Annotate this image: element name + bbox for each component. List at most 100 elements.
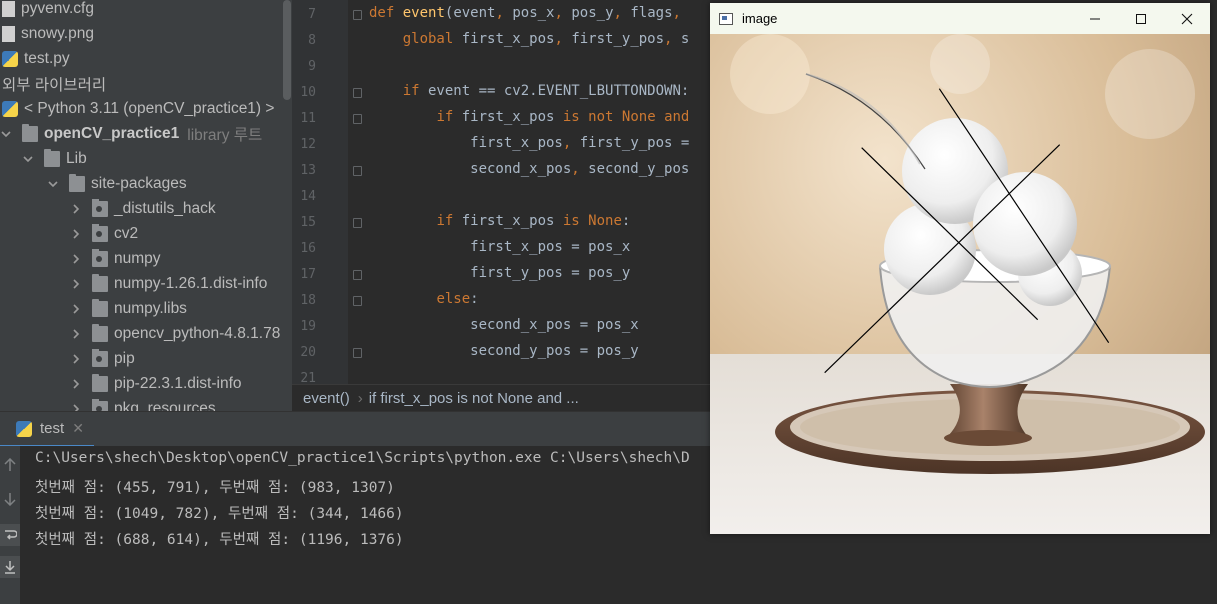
tree-item[interactable]: 외부 라이브러리 xyxy=(2,71,106,96)
run-tab-test[interactable]: test ✕ xyxy=(0,412,94,448)
code-line: if event == cv2.EVENT_LBUTTONDOWN: xyxy=(402,83,690,99)
tree-item[interactable]: numpy xyxy=(70,246,161,271)
python-icon xyxy=(2,100,18,117)
code-line: second_x_pos, second_y_pos xyxy=(369,161,690,177)
chevron-right-icon[interactable] xyxy=(70,203,82,215)
line-number: 12 xyxy=(300,137,316,152)
line-number: 17 xyxy=(300,267,316,282)
fold-marker-icon[interactable] xyxy=(353,10,362,20)
line-number: 19 xyxy=(300,319,316,334)
line-number: 7 xyxy=(308,7,316,22)
breadcrumb: event() › if first_x_pos is not None and… xyxy=(292,384,710,412)
image-file-icon xyxy=(2,25,15,42)
scroll-to-end-icon[interactable] xyxy=(0,556,20,578)
tree-item[interactable]: test.py xyxy=(2,46,70,71)
image-canvas[interactable] xyxy=(710,34,1210,534)
code-line: second_x_pos = pos_x xyxy=(369,317,639,333)
tree-item[interactable]: Lib xyxy=(22,146,87,171)
package-folder-icon xyxy=(92,398,108,411)
tree-item-label: test.py xyxy=(24,49,70,67)
chevron-down-icon[interactable] xyxy=(0,128,12,140)
tree-item-label: snowy.png xyxy=(21,24,94,42)
console-line: 첫번째 점: (688, 614), 두번째 점: (1196, 1376) xyxy=(35,532,404,548)
tree-item[interactable]: snowy.png xyxy=(2,21,94,46)
tree-item-label: opencv_python-4.8.1.78 xyxy=(114,324,281,342)
soft-wrap-icon[interactable] xyxy=(0,524,20,546)
tree-item[interactable]: numpy-1.26.1.dist-info xyxy=(70,271,267,296)
code-line: def event(event, pos_x, pos_y, flags, xyxy=(369,5,681,21)
tree-item-label: cv2 xyxy=(114,224,139,242)
fold-marker-icon[interactable] xyxy=(353,88,362,98)
line-number: 20 xyxy=(300,345,316,360)
line-number: 10 xyxy=(300,85,316,100)
window-titlebar[interactable]: image xyxy=(710,3,1210,34)
chevron-right-icon[interactable] xyxy=(70,353,82,365)
tree-item[interactable]: cv2 xyxy=(70,221,138,246)
arrow-down-icon[interactable] xyxy=(0,488,20,510)
run-toolbar xyxy=(0,446,20,604)
tree-item-label: _distutils_hack xyxy=(114,199,216,217)
tree-item[interactable]: _distutils_hack xyxy=(70,196,216,221)
chevron-right-icon[interactable] xyxy=(70,278,82,290)
code-line: second_y_pos = pos_y xyxy=(369,343,639,359)
fold-marker-icon[interactable] xyxy=(353,166,362,176)
fold-marker-icon[interactable] xyxy=(353,270,362,280)
folder-icon xyxy=(92,298,108,317)
tree-item[interactable]: pip-22.3.1.dist-info xyxy=(70,371,242,396)
tree-scrollbar[interactable] xyxy=(283,0,291,100)
tree-item-label: 외부 라이브러리 xyxy=(2,76,107,94)
folder-icon xyxy=(22,123,38,142)
chevron-right-icon[interactable] xyxy=(70,228,82,240)
chevron-right-icon[interactable] xyxy=(70,403,82,411)
code-line: first_x_pos, first_y_pos = xyxy=(369,135,690,151)
tree-item[interactable]: pyvenv.cfg xyxy=(2,0,94,21)
tree-item[interactable]: numpy.libs xyxy=(70,296,187,321)
breadcrumb-item-if[interactable]: if first_x_pos is not None and ... xyxy=(369,390,579,407)
folder-icon xyxy=(92,273,108,292)
tree-item-label: pkg_resources xyxy=(114,399,216,412)
minimize-button[interactable] xyxy=(1072,3,1118,34)
folder-icon xyxy=(44,148,60,167)
folder-icon xyxy=(92,323,108,342)
arrow-up-icon[interactable] xyxy=(0,454,20,476)
chevron-down-icon[interactable] xyxy=(47,178,59,190)
tree-item-label: numpy-1.26.1.dist-info xyxy=(114,274,268,292)
code-line: else: xyxy=(436,291,479,307)
tree-item[interactable]: site-packages xyxy=(47,171,187,196)
line-number: 11 xyxy=(300,111,316,126)
fold-marker-icon[interactable] xyxy=(353,296,362,306)
tree-item-suffix: library 루트 xyxy=(187,126,263,144)
line-number: 8 xyxy=(308,33,316,48)
maximize-button[interactable] xyxy=(1118,3,1164,34)
console-line: 첫번째 점: (455, 791), 두번째 점: (983, 1307) xyxy=(35,480,395,496)
breadcrumb-separator-icon: › xyxy=(357,390,363,407)
image-photo[interactable] xyxy=(710,34,1210,534)
project-tree: pyvenv.cfg snowy.png test.py 외부 라이브러리 < Pyth… xyxy=(0,0,292,411)
fold-marker-icon[interactable] xyxy=(353,218,362,228)
window-title: image xyxy=(742,11,778,26)
chevron-down-icon[interactable] xyxy=(22,153,34,165)
tree-item-label: site-packages xyxy=(91,174,187,192)
chevron-right-icon[interactable] xyxy=(70,328,82,340)
chevron-right-icon[interactable] xyxy=(70,378,82,390)
tree-item[interactable]: opencv_python-4.8.1.78 xyxy=(70,321,280,346)
close-button[interactable] xyxy=(1164,3,1210,34)
tree-item[interactable]: pkg_resources xyxy=(70,396,216,411)
chevron-right-icon[interactable] xyxy=(70,303,82,315)
package-folder-icon xyxy=(92,223,108,242)
close-tab-icon[interactable]: ✕ xyxy=(72,420,84,437)
code-line: global first_x_pos, first_y_pos, s xyxy=(402,31,690,47)
code-line: if first_x_pos is None: xyxy=(436,213,631,229)
window-app-icon xyxy=(719,12,733,25)
fold-marker-icon[interactable] xyxy=(353,114,362,124)
opencv-image-window[interactable]: image xyxy=(710,3,1210,534)
python-file-icon xyxy=(2,50,18,67)
breadcrumb-item-function[interactable]: event() xyxy=(303,390,350,407)
tree-item[interactable]: pip xyxy=(70,346,135,371)
line-number: 15 xyxy=(300,215,316,230)
tree-item[interactable]: < Python 3.11 (openCV_practice1) > xyxy=(2,96,274,121)
chevron-right-icon[interactable] xyxy=(70,253,82,265)
fold-marker-icon[interactable] xyxy=(353,348,362,358)
tree-item-label: numpy xyxy=(114,249,161,267)
tree-item[interactable]: openCV_practice1 library 루트 xyxy=(0,121,262,146)
